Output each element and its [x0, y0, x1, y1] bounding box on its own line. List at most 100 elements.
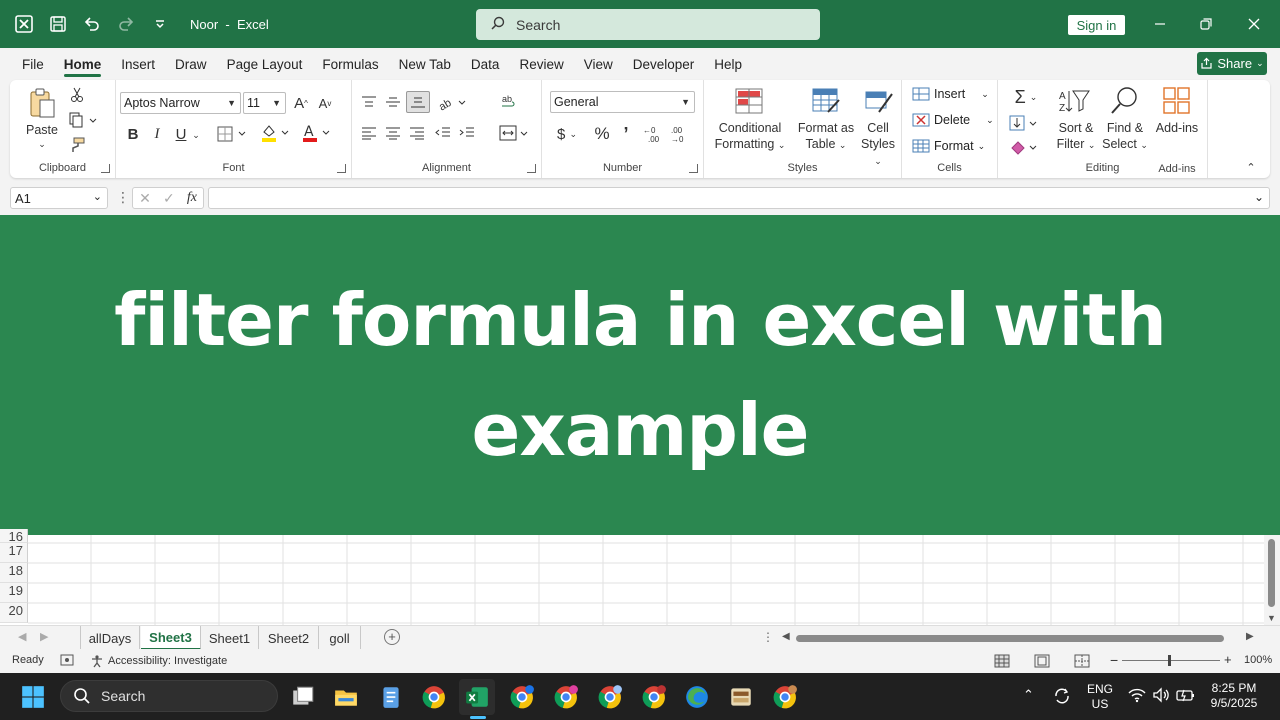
page-layout-view-icon[interactable] [1034, 654, 1050, 668]
normal-view-icon[interactable] [994, 654, 1010, 668]
increase-decimal-icon[interactable]: ←0.00 [642, 123, 666, 145]
bold-button[interactable]: B [124, 124, 142, 144]
scroll-left-icon[interactable]: ◀ [782, 631, 790, 642]
sort-filter-button[interactable]: Sort & Filter ⌄ [1054, 120, 1098, 153]
notepad-icon[interactable] [373, 679, 409, 715]
show-hidden-icons[interactable]: ⌃ [1023, 687, 1034, 702]
font-color-icon[interactable]: A [300, 122, 334, 144]
tab-draw[interactable]: Draw [165, 48, 217, 80]
formula-bar-options-icon[interactable]: ⋮ [116, 189, 130, 206]
alignment-launcher-icon[interactable] [527, 164, 536, 173]
align-top-icon[interactable] [358, 92, 380, 112]
number-launcher-icon[interactable] [689, 164, 698, 173]
scroll-down-icon[interactable]: ▼ [1267, 613, 1276, 623]
cell-styles-icon[interactable] [864, 87, 894, 115]
currency-format-button[interactable]: $ ⌄ [550, 123, 584, 145]
next-sheet-icon[interactable]: ▶ [40, 630, 48, 643]
underline-dropdown-icon[interactable]: ⌄ [190, 126, 202, 144]
font-size-select[interactable]: 11 ▼ [243, 92, 286, 114]
sort-filter-icon[interactable]: AZ [1058, 86, 1092, 116]
zoom-in-icon[interactable]: + [1224, 652, 1232, 667]
close-icon[interactable] [1231, 0, 1277, 48]
name-box[interactable]: A1 ⌄ [10, 187, 108, 209]
copy-icon[interactable] [68, 111, 98, 129]
conditional-formatting-button[interactable]: Conditional Formatting ⌄ [710, 120, 790, 153]
percent-style-button[interactable]: % [590, 123, 614, 145]
task-view-icon[interactable] [285, 679, 321, 715]
clear-icon[interactable] [1008, 137, 1044, 157]
wrap-text-icon[interactable]: ab [498, 91, 520, 113]
customize-toolbar-icon[interactable] [148, 12, 172, 36]
tab-insert[interactable]: Insert [111, 48, 165, 80]
comma-style-button[interactable]: ’ [616, 123, 636, 145]
tab-new-tab[interactable]: New Tab [389, 48, 461, 80]
save-icon[interactable] [46, 12, 70, 36]
minimize-icon[interactable] [1137, 0, 1183, 48]
row-header-16[interactable]: 16 [0, 529, 28, 543]
find-select-icon[interactable] [1108, 86, 1140, 116]
file-explorer-icon[interactable] [328, 679, 364, 715]
tab-home[interactable]: Home [54, 48, 112, 80]
addins-icon[interactable] [1162, 86, 1192, 116]
fill-icon[interactable] [1008, 113, 1044, 133]
delete-cells-button[interactable]: Delete ⌄ [912, 113, 994, 127]
add-sheet-icon[interactable]: + [384, 629, 400, 645]
tab-help[interactable]: Help [704, 48, 752, 80]
pinned-app-icon[interactable] [723, 679, 759, 715]
undo-icon[interactable] [80, 12, 104, 36]
shrink-font-icon[interactable]: Av [314, 92, 336, 114]
tab-view[interactable]: View [574, 48, 623, 80]
grow-font-icon[interactable]: A ^ [290, 92, 312, 114]
row-header-17[interactable]: 17 [0, 543, 28, 563]
row-header-18[interactable]: 18 [0, 563, 28, 583]
prev-sheet-icon[interactable]: ◀ [18, 630, 26, 643]
tab-developer[interactable]: Developer [623, 48, 705, 80]
italic-button[interactable]: I [148, 124, 166, 144]
edge-icon[interactable] [679, 679, 715, 715]
sheet-tab-sheet2[interactable]: Sheet2 [259, 626, 319, 650]
restore-icon[interactable] [1183, 0, 1229, 48]
taskbar-search[interactable]: Search [60, 680, 278, 712]
tab-review[interactable]: Review [509, 48, 573, 80]
horizontal-scroll-thumb[interactable] [796, 635, 1224, 642]
cut-icon[interactable] [68, 86, 86, 104]
align-left-icon[interactable] [358, 123, 380, 143]
autosum-icon[interactable]: Σ ⌄ [1008, 87, 1044, 107]
redo-icon[interactable] [114, 12, 138, 36]
chrome-icon[interactable] [416, 679, 452, 715]
sheet-tab-alldays[interactable]: allDays [80, 626, 140, 650]
formula-input[interactable] [208, 187, 1270, 209]
sync-icon[interactable] [1052, 686, 1072, 710]
align-right-icon[interactable] [406, 123, 428, 143]
format-as-table-button[interactable]: Format as Table ⌄ [790, 120, 862, 153]
accessibility-status[interactable]: Accessibility: Investigate [90, 654, 227, 668]
conditional-formatting-icon[interactable] [734, 87, 764, 115]
tab-file[interactable]: File [12, 48, 54, 80]
zoom-slider-thumb[interactable] [1168, 655, 1171, 666]
zoom-slider[interactable] [1122, 660, 1220, 661]
zoom-level[interactable]: 100% [1244, 654, 1272, 666]
windows-start-icon[interactable] [15, 679, 51, 715]
confirm-entry-icon[interactable]: ✓ [163, 190, 175, 207]
borders-icon[interactable] [216, 124, 250, 144]
zoom-out-icon[interactable]: − [1110, 652, 1118, 668]
excel-taskbar-icon[interactable] [459, 679, 495, 715]
clipboard-launcher-icon[interactable] [101, 164, 110, 173]
underline-button[interactable]: U [172, 124, 190, 144]
tab-page-layout[interactable]: Page Layout [217, 48, 313, 80]
paste-dropdown-icon[interactable]: ⌄ [18, 136, 66, 152]
align-middle-icon[interactable] [382, 92, 404, 112]
page-break-view-icon[interactable] [1074, 654, 1090, 668]
insert-function-icon[interactable]: fx [187, 190, 197, 206]
sheet-tab-sheet1[interactable]: Sheet1 [201, 626, 259, 650]
share-button[interactable]: Share ⌄ [1197, 52, 1267, 75]
sheet-tab-goll[interactable]: goll [319, 626, 361, 650]
wifi-icon[interactable] [1128, 687, 1146, 707]
cancel-entry-icon[interactable]: ✕ [139, 190, 151, 207]
macro-record-icon[interactable] [60, 654, 74, 666]
addins-button[interactable]: Add-ins [1150, 120, 1204, 136]
expand-formula-bar-icon[interactable]: ⌄ [1254, 190, 1264, 204]
align-center-icon[interactable] [382, 123, 404, 143]
paste-icon[interactable] [26, 86, 58, 122]
vertical-scrollbar[interactable]: ▼ [1264, 535, 1280, 625]
